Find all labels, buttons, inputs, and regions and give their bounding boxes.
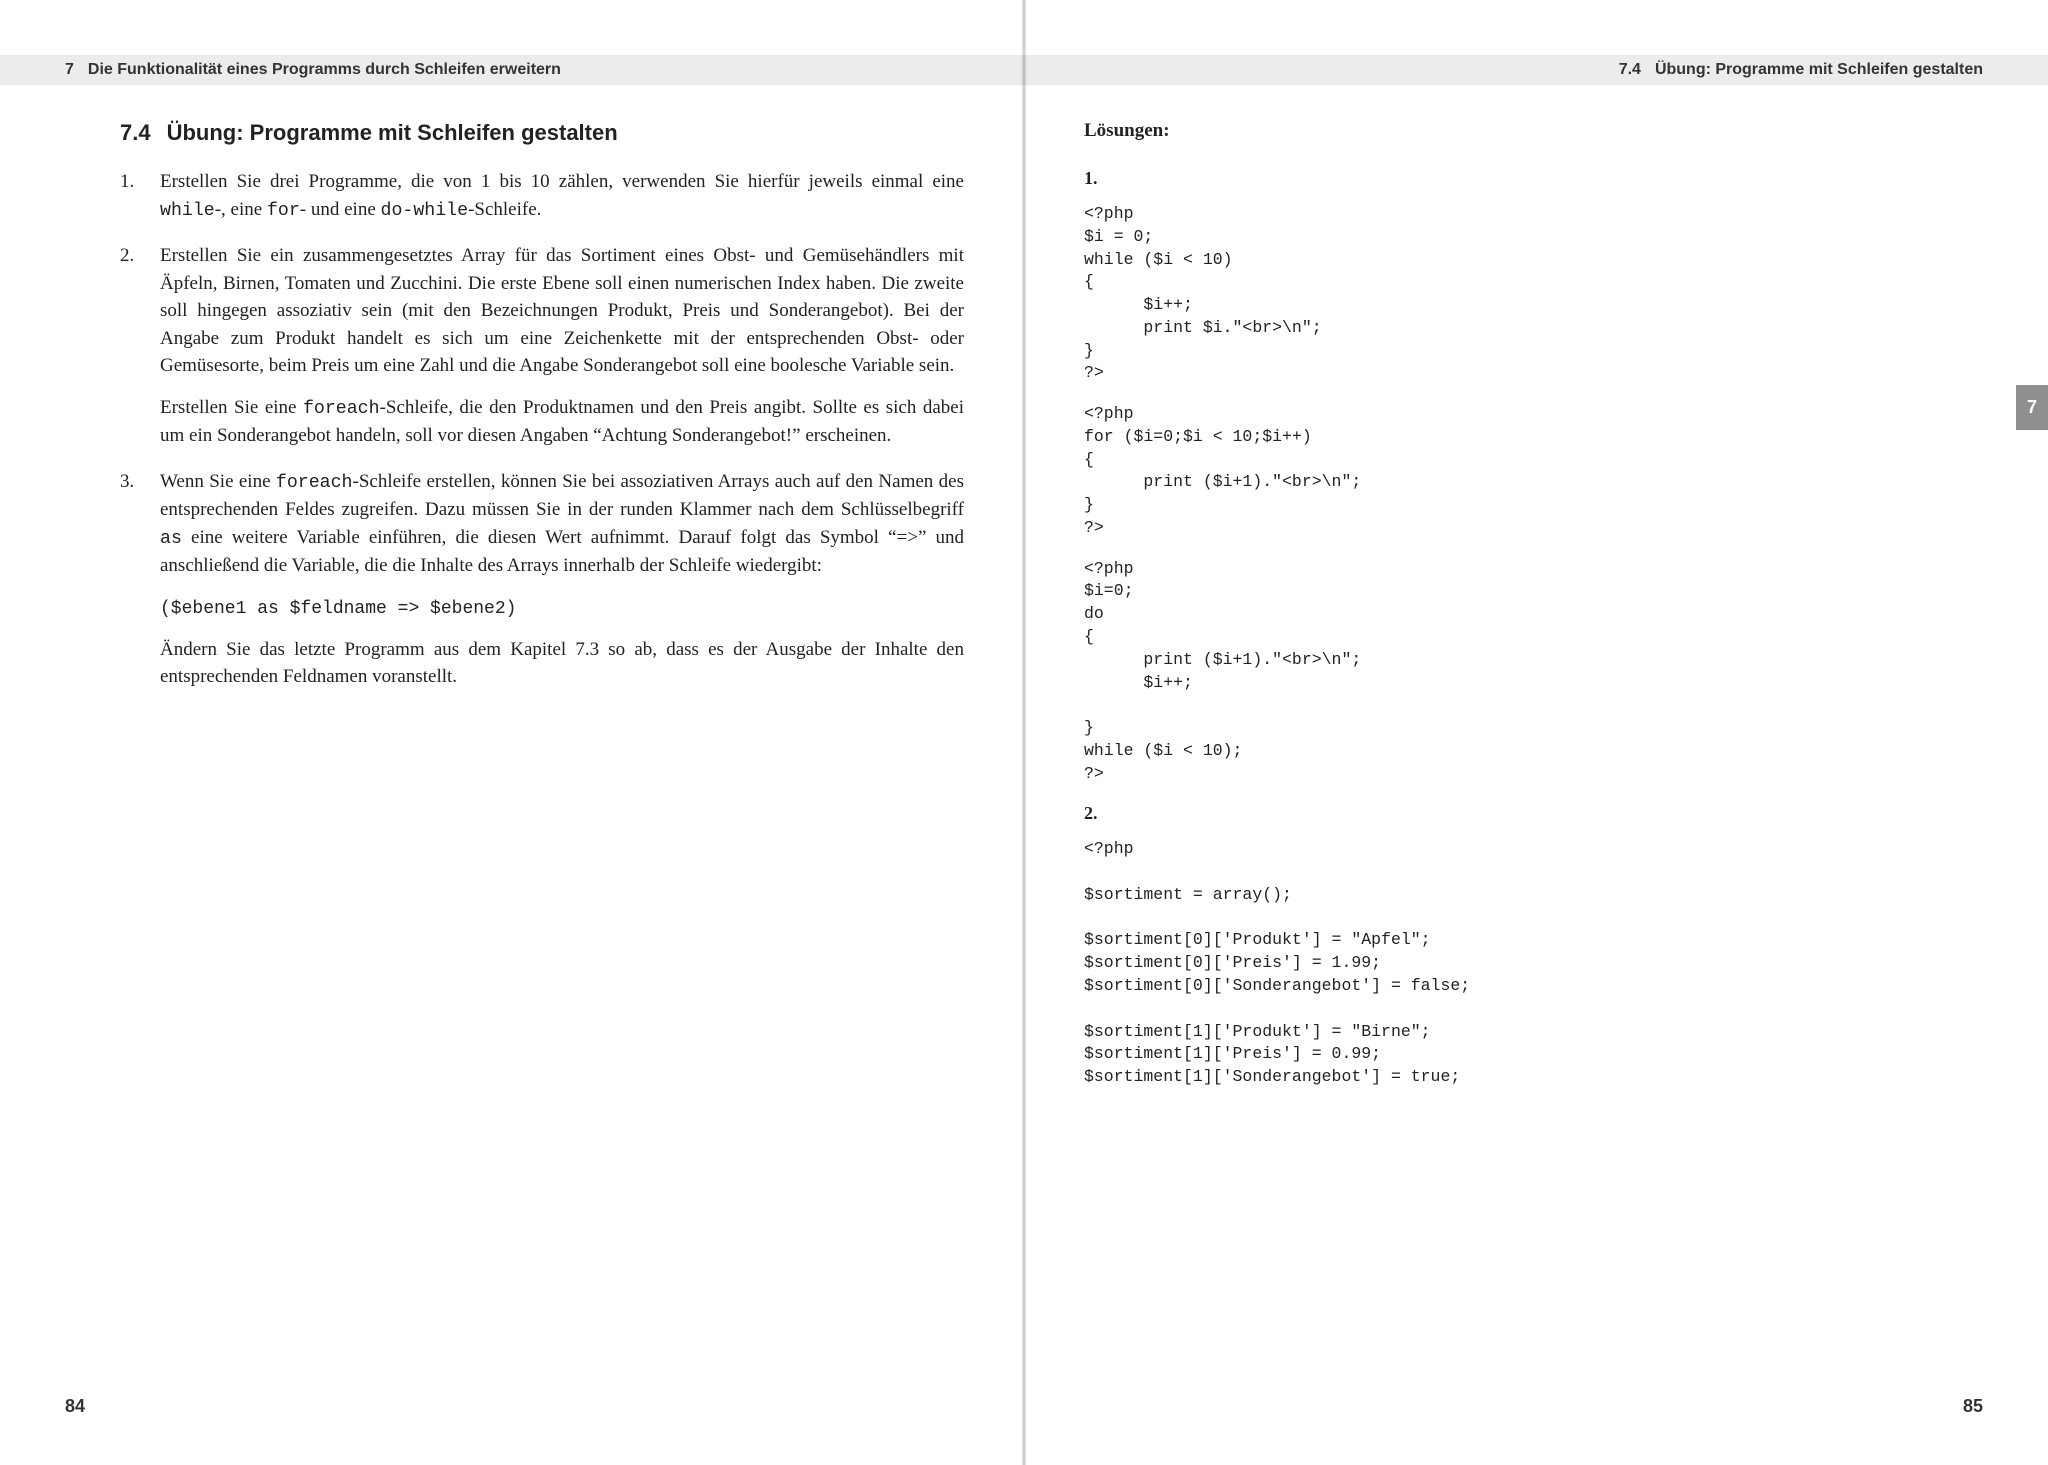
chapter-tab: 7: [2016, 385, 2048, 430]
exercise-paragraph: ($ebene1 as $feldname => $ebene2): [160, 594, 964, 622]
exercise-list: Erstellen Sie drei Programme, die von 1 …: [120, 168, 964, 691]
section-heading: 7.4 Übung: Programme mit Schleifen gestal…: [120, 120, 964, 146]
solutions-section: Lösungen: 1. <?php $i = 0; while ($i < 10…: [1084, 120, 1983, 1089]
section-number: 7.4: [120, 120, 151, 145]
running-header-left: 7 Die Funktionalität eines Programms dur…: [0, 55, 1024, 85]
runhead-text: Übung: Programme mit Schleifen gestalten: [1655, 61, 1983, 79]
exercise-paragraph: Erstellen Sie ein zusammengesetztes Arra…: [160, 242, 964, 380]
exercise-item: Erstellen Sie ein zusammengesetztes Arra…: [120, 242, 964, 450]
solution-number: 2.: [1084, 803, 1983, 824]
exercise-paragraph: Erstellen Sie drei Programme, die von 1 …: [160, 168, 964, 224]
exercise-paragraph: Erstellen Sie eine foreach-Schleife, die…: [160, 394, 964, 450]
exercise-paragraph: Wenn Sie eine foreach-Schleife erstellen…: [160, 468, 964, 580]
solution-number: 1.: [1084, 168, 1983, 189]
runhead-num: 7.4: [1619, 61, 1641, 79]
code-block: <?php $sortiment = array(); $sortiment[0…: [1084, 838, 1983, 1088]
code-block: <?php $i=0; do { print ($i+1)."<br>\n"; …: [1084, 558, 1983, 786]
code-block: <?php for ($i=0;$i < 10;$i++) { print ($…: [1084, 403, 1983, 540]
exercise-paragraph: Ändern Sie das letzte Programm aus dem K…: [160, 636, 964, 691]
solutions-body: 1. <?php $i = 0; while ($i < 10) { $i++; …: [1084, 168, 1983, 1089]
page-number-left: 84: [65, 1396, 85, 1417]
page-gutter: [1021, 0, 1027, 1465]
runhead-text: Die Funktionalität eines Programms durch…: [88, 61, 561, 79]
section-title-text: Übung: Programme mit Schleifen gestalten: [167, 120, 618, 145]
book-spread: 7 Die Funktionalität eines Programms dur…: [0, 0, 2048, 1465]
running-header-right: 7.4 Übung: Programme mit Schleifen gesta…: [1024, 55, 2048, 85]
exercise-item: Erstellen Sie drei Programme, die von 1 …: [120, 168, 964, 224]
page-left: 7 Die Funktionalität eines Programms dur…: [0, 0, 1024, 1465]
solutions-heading: Lösungen:: [1084, 120, 1983, 142]
page-right: 7.4 Übung: Programme mit Schleifen gesta…: [1024, 0, 2048, 1465]
page-number-right: 85: [1963, 1396, 1983, 1417]
exercise-item: Wenn Sie eine foreach-Schleife erstellen…: [120, 468, 964, 691]
runhead-num: 7: [65, 61, 74, 79]
code-block: <?php $i = 0; while ($i < 10) { $i++; pr…: [1084, 203, 1983, 385]
